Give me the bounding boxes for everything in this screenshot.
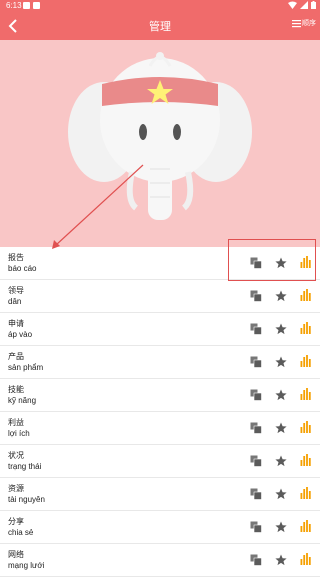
annotation-arrow xyxy=(52,164,144,249)
